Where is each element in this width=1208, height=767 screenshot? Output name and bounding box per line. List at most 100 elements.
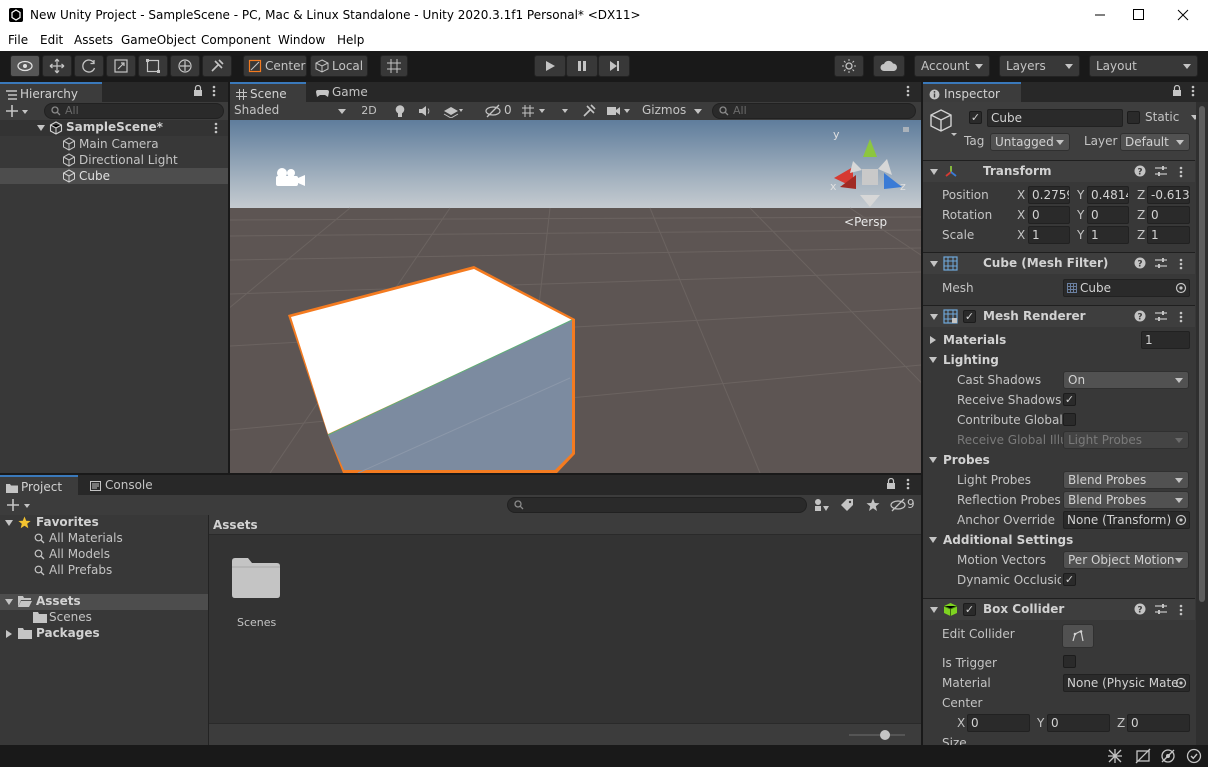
collapsed-triangle-icon[interactable]	[6, 630, 12, 638]
2d-toggle-button[interactable]: 2D	[356, 102, 382, 120]
packages-folder-row[interactable]: Packages	[0, 626, 208, 642]
box-collider-header[interactable]: ✓ Box Collider ?	[923, 598, 1195, 620]
kebab-menu-icon[interactable]	[906, 85, 910, 97]
materials-label[interactable]: Materials	[943, 333, 1006, 347]
collapsed-triangle-icon[interactable]	[930, 336, 936, 344]
add-icon[interactable]	[6, 498, 32, 512]
rotation-y-field[interactable]: 0	[1087, 206, 1129, 224]
menu-window[interactable]: Window	[278, 33, 325, 47]
scale-x-field[interactable]: 1	[1028, 226, 1070, 244]
add-icon[interactable]	[6, 104, 28, 118]
menu-file[interactable]: File	[8, 33, 28, 47]
lock-icon[interactable]	[1172, 85, 1182, 97]
help-icon[interactable]: ?	[1134, 257, 1146, 269]
additional-settings-label[interactable]: Additional Settings	[943, 533, 1073, 547]
transform-tool-button[interactable]	[170, 55, 200, 77]
tab-console[interactable]: Console	[84, 475, 164, 495]
grid-snap-button[interactable]	[380, 55, 408, 77]
presets-icon[interactable]	[1154, 165, 1168, 177]
tools-icon[interactable]	[582, 104, 596, 118]
hierarchy-search-input[interactable]: All	[44, 103, 224, 119]
box-collider-enabled-checkbox[interactable]: ✓	[963, 603, 976, 616]
hierarchy-item[interactable]: Directional Light	[0, 152, 228, 168]
inspector-scrollbar[interactable]	[1196, 102, 1208, 745]
tab-hierarchy[interactable]: Hierarchy	[0, 82, 102, 102]
zoom-slider-track[interactable]	[849, 734, 905, 736]
inspector-scrollbar-thumb[interactable]	[1199, 106, 1205, 602]
mesh-renderer-enabled-checkbox[interactable]: ✓	[963, 310, 976, 323]
anchor-override-field[interactable]: None (Transform)	[1063, 511, 1190, 529]
receive-shadows-checkbox[interactable]: ✓	[1063, 393, 1076, 406]
mesh-filter-header[interactable]: Cube (Mesh Filter) ?	[923, 252, 1195, 274]
motion-vectors-dropdown[interactable]: Per Object Motion	[1063, 551, 1189, 569]
cloud-button[interactable]	[873, 55, 905, 77]
kebab-menu-icon[interactable]	[212, 85, 216, 97]
menu-edit[interactable]: Edit	[40, 33, 63, 47]
rotate-tool-button[interactable]	[74, 55, 104, 77]
star-icon[interactable]	[866, 498, 880, 512]
collab-button[interactable]	[834, 55, 864, 77]
scene-viewport[interactable]: y x z <Persp	[230, 120, 921, 473]
hidden-packages-icon[interactable]	[890, 498, 906, 512]
cast-shadows-dropdown[interactable]: On	[1063, 371, 1189, 389]
contribute-gi-checkbox[interactable]	[1063, 413, 1076, 426]
reflection-probes-dropdown[interactable]: Blend Probes	[1063, 491, 1189, 509]
kebab-menu-icon[interactable]	[1179, 166, 1183, 178]
favorite-item[interactable]: All Materials	[0, 531, 208, 547]
menu-gameobject[interactable]: GameObject	[121, 33, 196, 47]
expand-triangle-icon[interactable]	[37, 125, 45, 131]
chevron-down-icon[interactable]	[560, 104, 570, 118]
project-search-input[interactable]	[507, 497, 807, 513]
probes-section-label[interactable]: Probes	[943, 453, 990, 467]
tag-dropdown[interactable]: Untagged	[990, 133, 1070, 151]
expand-triangle-icon[interactable]	[5, 599, 13, 605]
transform-header[interactable]: Transform ?	[923, 160, 1195, 182]
check-circle-icon[interactable]	[1186, 748, 1202, 764]
center-x-field[interactable]: 0	[967, 714, 1030, 732]
breadcrumb-assets[interactable]: Assets	[213, 518, 258, 532]
gizmos-dropdown[interactable]: Gizmos	[638, 102, 704, 120]
help-icon[interactable]: ?	[1134, 310, 1146, 322]
help-icon[interactable]: ?	[1134, 165, 1146, 177]
active-checkbox[interactable]: ✓	[969, 111, 982, 124]
hierarchy-item[interactable]: Main Camera	[0, 136, 228, 152]
filter-by-type-icon[interactable]	[814, 498, 830, 512]
scale-tool-button[interactable]	[106, 55, 136, 77]
hierarchy-item-selected[interactable]: Cube	[0, 168, 228, 184]
layer-dropdown[interactable]: Default	[1120, 133, 1190, 151]
scale-z-field[interactable]: 1	[1147, 226, 1190, 244]
cache-server-icon[interactable]	[1135, 748, 1151, 764]
expand-triangle-icon[interactable]	[930, 607, 938, 613]
account-dropdown[interactable]: Account	[914, 55, 990, 77]
object-picker-icon[interactable]	[1175, 677, 1187, 689]
materials-count-field[interactable]: 1	[1141, 331, 1190, 349]
mesh-renderer-header[interactable]: ✓ Mesh Renderer ?	[923, 305, 1195, 327]
kebab-menu-icon[interactable]	[906, 478, 910, 490]
auto-generate-lighting-icon[interactable]	[1107, 748, 1123, 764]
presets-icon[interactable]	[1154, 257, 1168, 269]
position-x-field[interactable]: 0.2759	[1028, 186, 1070, 204]
minimize-button[interactable]	[1078, 0, 1122, 30]
object-picker-icon[interactable]	[1175, 282, 1187, 294]
asset-item[interactable]: Scenes	[227, 553, 283, 629]
scene-search-input[interactable]: All	[712, 103, 916, 119]
dynamic-occlusion-checkbox[interactable]: ✓	[1063, 573, 1076, 586]
rotation-x-field[interactable]: 0	[1028, 206, 1070, 224]
menu-help[interactable]: Help	[337, 33, 364, 47]
physic-material-field[interactable]: None (Physic Mate	[1063, 674, 1190, 692]
expand-triangle-icon[interactable]	[929, 537, 937, 543]
view-tool-button[interactable]	[10, 55, 40, 77]
scene-header-row[interactable]: SampleScene*	[0, 120, 228, 136]
pivot-rotation-toggle[interactable]: Local	[310, 55, 368, 77]
tab-game[interactable]: Game	[310, 82, 380, 102]
pause-button[interactable]	[566, 55, 598, 77]
static-checkbox[interactable]	[1127, 111, 1140, 124]
presets-icon[interactable]	[1154, 603, 1168, 615]
kebab-menu-icon[interactable]	[1179, 258, 1183, 270]
play-button[interactable]	[534, 55, 566, 77]
kebab-menu-icon[interactable]	[1191, 85, 1195, 97]
maximize-button[interactable]	[1117, 0, 1161, 30]
mesh-object-field[interactable]: Cube	[1063, 279, 1190, 297]
effects-icon[interactable]	[443, 104, 463, 118]
kebab-menu-icon[interactable]	[214, 122, 218, 134]
